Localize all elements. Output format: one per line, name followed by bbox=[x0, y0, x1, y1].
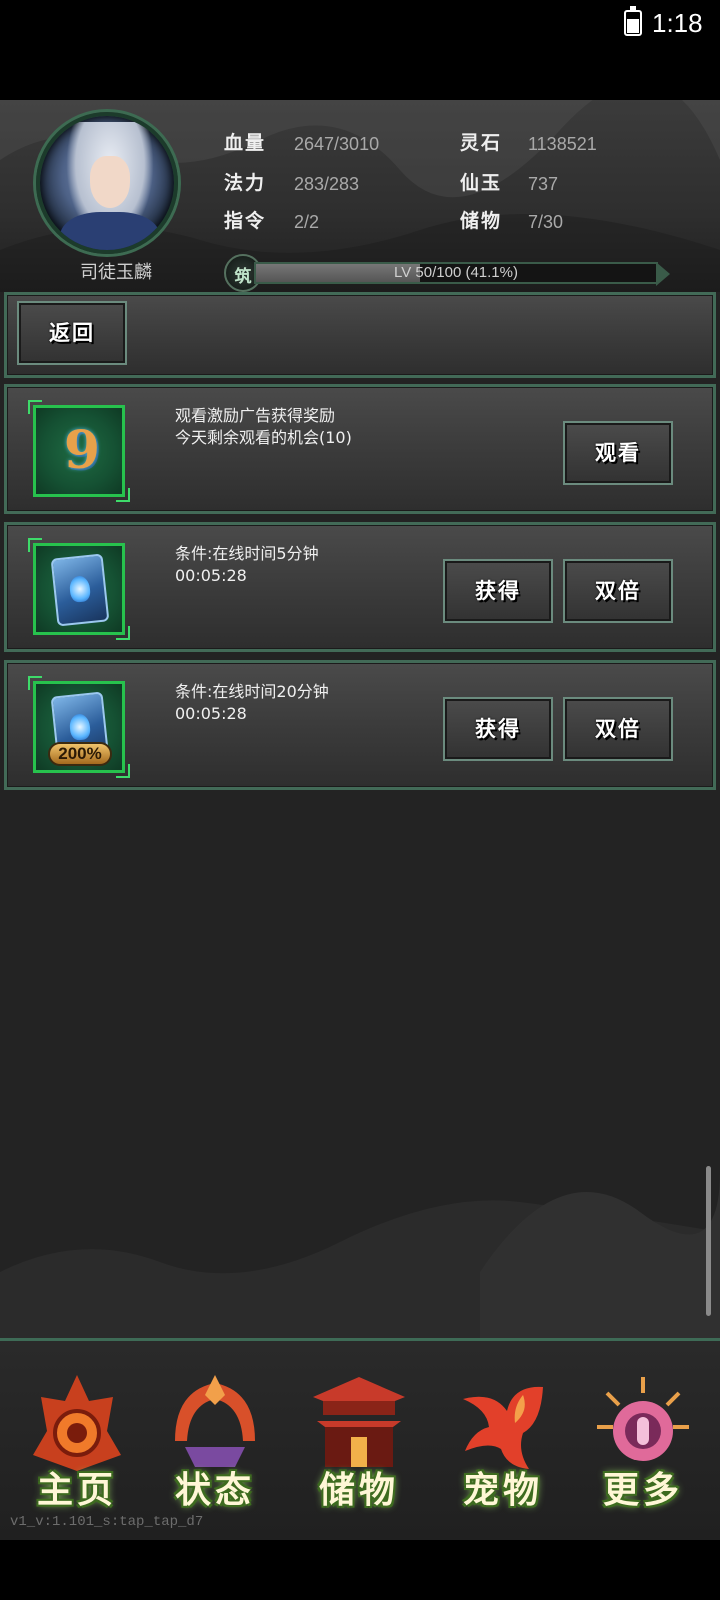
back-card: 返回 bbox=[4, 292, 716, 378]
double-20min-button[interactable]: 双倍 bbox=[563, 697, 673, 761]
nav-status-label: 状态 bbox=[174, 1469, 255, 1511]
bottom-nav: 主页 状态 储物 宠物 更多 bbox=[0, 1338, 720, 1540]
avatar[interactable] bbox=[36, 112, 178, 254]
nav-more-label: 更多 bbox=[602, 1469, 683, 1511]
stat-value-orders: 2/2 bbox=[294, 212, 320, 232]
version-label: v1_v:1.101_s:tap_tap_d7 bbox=[10, 1514, 204, 1530]
stat-label-storage: 储物 bbox=[460, 210, 503, 232]
reward-20min-condition: 条件:在线时间20分钟 bbox=[175, 682, 329, 701]
nav-status[interactable]: 状态 bbox=[152, 1361, 278, 1531]
stat-value-storage: 7/30 bbox=[528, 212, 564, 232]
stat-label-orders: 指令 bbox=[224, 210, 267, 232]
nav-pet-label: 宠物 bbox=[462, 1469, 543, 1511]
stat-label-hp: 血量 bbox=[224, 132, 267, 154]
nav-storage[interactable]: 储物 bbox=[296, 1361, 422, 1531]
battery-icon bbox=[624, 6, 642, 36]
status-bar: 1:18 bbox=[0, 0, 720, 100]
stat-value-spirit-stone: 1138521 bbox=[528, 134, 597, 154]
reward-5min-condition: 条件:在线时间5分钟 bbox=[175, 544, 319, 563]
reward-card-5min: 条件:在线时间5分钟 00:05:28 获得 双倍 bbox=[4, 522, 716, 652]
back-button[interactable]: 返回 bbox=[17, 301, 127, 365]
double-5min-button[interactable]: 双倍 bbox=[563, 559, 673, 623]
stat-value-mana: 283/283 bbox=[294, 174, 360, 194]
stat-label-mana: 法力 bbox=[224, 172, 267, 194]
stat-label-spirit-stone: 灵石 bbox=[460, 132, 503, 154]
main-content: 返回 9 观看激励广告获得奖励 今天剩余观看的机会(10) 观看 条件:在线时间… bbox=[0, 292, 720, 1338]
level-text: LV 50/100 (41.1%) bbox=[394, 264, 518, 281]
claim-20min-button[interactable]: 获得 bbox=[443, 697, 553, 761]
background-mountains-decoration bbox=[0, 1172, 720, 1338]
nine-ring-icon: 9 bbox=[28, 400, 130, 502]
nav-home-label: 主页 bbox=[36, 1469, 117, 1511]
reward-ad-title: 观看激励广告获得奖励 bbox=[175, 406, 336, 425]
reward-card-ad: 9 观看激励广告获得奖励 今天剩余观看的机会(10) 观看 bbox=[4, 384, 716, 514]
character-name: 司徒玉麟 bbox=[80, 262, 152, 283]
double-percent-badge: 200% bbox=[48, 742, 112, 766]
nav-more[interactable]: 更多 bbox=[580, 1361, 706, 1531]
clock: 1:18 bbox=[652, 8, 703, 38]
reward-5min-timer: 00:05:28 bbox=[175, 566, 247, 585]
system-footer bbox=[0, 1540, 720, 1600]
nav-home[interactable]: 主页 bbox=[14, 1361, 140, 1531]
scrollbar[interactable] bbox=[706, 1166, 711, 1316]
stat-value-hp: 2647/3010 bbox=[294, 134, 380, 154]
reward-card-20min: 200% 条件:在线时间20分钟 00:05:28 获得 双倍 bbox=[4, 660, 716, 790]
reward-ad-remaining: 今天剩余观看的机会(10) bbox=[175, 428, 352, 447]
blue-scroll-icon bbox=[28, 538, 130, 640]
nav-pet[interactable]: 宠物 bbox=[440, 1361, 566, 1531]
blue-scroll-200-icon: 200% bbox=[28, 676, 130, 778]
nav-storage-label: 储物 bbox=[318, 1469, 399, 1511]
reward-20min-timer: 00:05:28 bbox=[175, 704, 247, 723]
stat-value-jade: 737 bbox=[528, 174, 559, 194]
claim-5min-button[interactable]: 获得 bbox=[443, 559, 553, 623]
watch-ad-button[interactable]: 观看 bbox=[563, 421, 673, 485]
stat-label-jade: 仙玉 bbox=[460, 172, 503, 194]
level-progress-bar: LV 50/100 (41.1%) bbox=[254, 262, 670, 286]
